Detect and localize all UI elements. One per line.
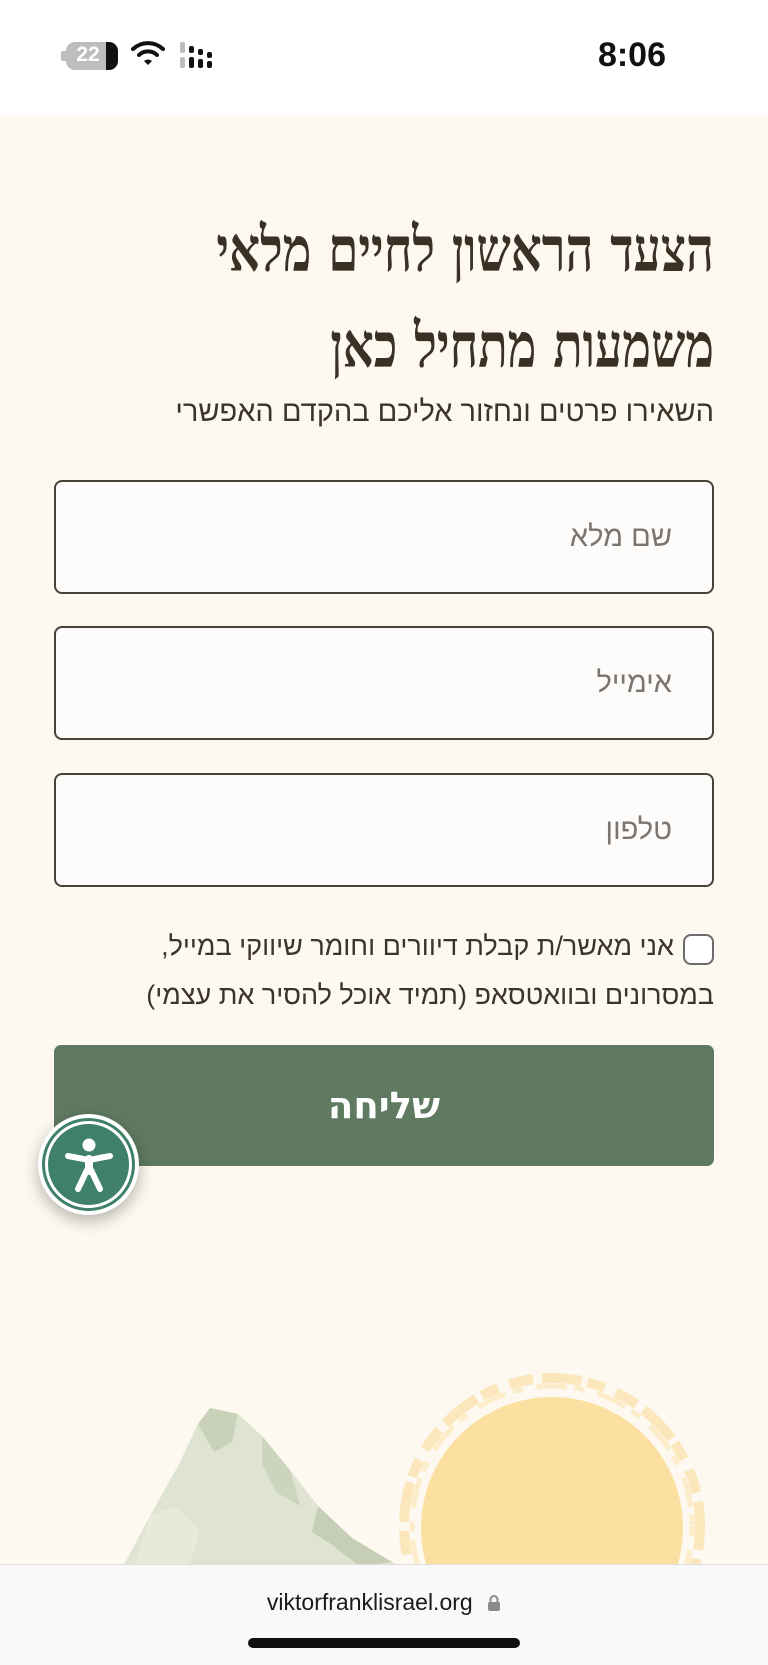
full-name-input[interactable] xyxy=(56,482,712,592)
lock-icon xyxy=(488,1595,501,1611)
email-input[interactable] xyxy=(56,628,712,738)
email-field xyxy=(54,626,714,740)
accessibility-button-inner xyxy=(42,1118,135,1211)
sun-mountain-illustration xyxy=(124,1373,705,1564)
battery-icon: 22 xyxy=(66,42,118,70)
browser-address-bar[interactable]: viktorfranklisrael.org xyxy=(0,1564,768,1665)
status-time: 8:06 xyxy=(597,36,666,74)
headline-line-1: הצעד הראשון לחיים מלאי xyxy=(216,213,714,286)
home-indicator[interactable] xyxy=(248,1638,520,1648)
accessibility-button[interactable] xyxy=(38,1114,139,1215)
url-text: viktorfranklisrael.org xyxy=(266,1589,473,1615)
page-subtitle: השאירו פרטים ונחזור אליכם בהקדם האפשרי xyxy=(175,396,714,428)
battery-level: 22 xyxy=(76,43,100,66)
url-container: viktorfranklisrael.org xyxy=(0,1589,768,1616)
submit-button[interactable]: שליחה xyxy=(54,1045,714,1166)
status-bar: 22 8:06 xyxy=(0,0,768,116)
phone-field xyxy=(54,773,714,887)
accessibility-icon xyxy=(64,1138,113,1192)
wifi-icon xyxy=(131,41,165,65)
signal-icon xyxy=(180,42,212,68)
page-content: הצעד הראשון לחיים מלאי משמעות מתחיל כאן … xyxy=(0,116,768,1564)
page-title: הצעד הראשון לחיים מלאי משמעות מתחיל כאן xyxy=(215,202,714,394)
consent-checkbox[interactable] xyxy=(683,934,714,965)
consent-label: אני מאשר/ת קבלת דיוורים וחומר שיווקי במי… xyxy=(146,931,714,1010)
marketing-consent: אני מאשר/ת קבלת דיוורים וחומר שיווקי במי… xyxy=(74,922,714,1020)
headline-line-2: משמעות מתחיל כאן xyxy=(330,309,714,382)
full-name-field xyxy=(54,480,714,594)
phone-input[interactable] xyxy=(56,775,712,885)
